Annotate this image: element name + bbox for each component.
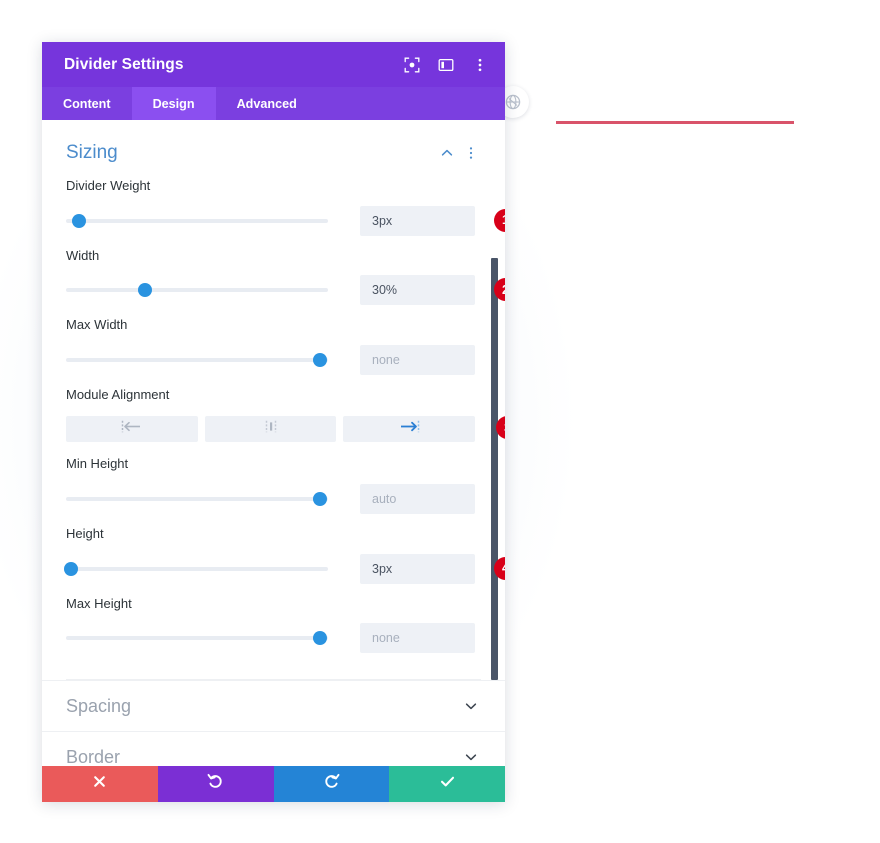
align-left-icon	[121, 420, 143, 438]
field-divider-weight: Divider Weight 3px 1	[66, 178, 505, 238]
modal-footer	[42, 766, 505, 802]
width-input[interactable]: 30%	[360, 275, 475, 306]
tab-advanced[interactable]: Advanced	[216, 87, 318, 120]
redo-button[interactable]	[273, 766, 390, 802]
check-icon	[439, 773, 456, 795]
max-width-input[interactable]: none	[360, 344, 475, 375]
field-module-alignment: Module Alignment	[66, 386, 505, 447]
min-height-input[interactable]: auto	[360, 483, 475, 514]
slider-rail	[66, 288, 328, 293]
section-sizing-header[interactable]: Sizing	[66, 120, 481, 178]
section-border[interactable]: Border	[42, 731, 505, 766]
slider-rail	[66, 496, 328, 501]
align-center-icon	[260, 420, 282, 438]
more-vertical-icon[interactable]	[471, 56, 489, 74]
modal-tabs: Content Design Advanced	[42, 87, 505, 120]
field-label: Max Height	[66, 595, 132, 611]
align-center-button[interactable]	[204, 416, 337, 443]
field-row: 3	[66, 412, 505, 446]
divider-settings-modal: Divider Settings Content Design Advanced…	[42, 42, 505, 802]
slider-knob[interactable]	[313, 631, 328, 646]
section-border-title: Border	[66, 746, 121, 766]
field-label: Height	[66, 525, 104, 541]
field-row: none	[66, 621, 481, 655]
chevron-up-icon[interactable]	[437, 143, 457, 163]
chevron-down-icon[interactable]	[461, 696, 481, 716]
field-row: 30% 2	[66, 273, 505, 307]
field-label: Max Width	[66, 317, 128, 333]
field-row: 3px 4	[64, 552, 505, 586]
slider-knob[interactable]	[313, 491, 328, 506]
width-slider[interactable]	[66, 273, 328, 307]
section-sizing-title: Sizing	[66, 142, 118, 163]
field-label: Module Alignment	[66, 386, 170, 402]
module-alignment-group	[66, 416, 476, 443]
align-left-button[interactable]	[66, 416, 198, 443]
save-button[interactable]	[389, 766, 505, 802]
slider-rail	[66, 636, 328, 641]
section-spacing-title: Spacing	[66, 695, 132, 716]
field-min-height: Min Height auto	[66, 456, 481, 516]
align-right-button[interactable]	[343, 416, 476, 443]
divider-line-preview	[556, 121, 794, 124]
header-icon-group	[403, 56, 489, 74]
redo-icon	[323, 773, 340, 795]
modal-header: Divider Settings	[42, 42, 505, 87]
slider-knob[interactable]	[72, 213, 87, 228]
focus-frame-icon[interactable]	[403, 56, 421, 74]
slider-rail	[66, 566, 328, 571]
field-label: Min Height	[66, 456, 129, 472]
slider-rail	[66, 218, 328, 223]
align-right-icon	[398, 420, 420, 438]
field-max-width: Max Width none	[66, 317, 481, 377]
divider-weight-input[interactable]: 3px	[360, 205, 475, 236]
field-row: auto	[66, 482, 481, 516]
field-row: none	[66, 343, 481, 377]
field-max-height: Max Height none	[66, 596, 481, 656]
more-vertical-icon[interactable]	[461, 143, 481, 163]
field-width: Width 30% 2	[66, 247, 505, 308]
modal-body: Sizing Divider Weight 3px Width 30% Max …	[42, 120, 505, 766]
close-x-icon	[93, 775, 106, 793]
field-label: Divider Weight	[66, 178, 151, 193]
min-height-slider[interactable]	[66, 482, 328, 516]
undo-icon	[207, 773, 224, 795]
height-slider[interactable]	[64, 552, 328, 586]
undo-button[interactable]	[157, 766, 274, 802]
max-height-input[interactable]: none	[360, 623, 475, 654]
divider-weight-slider[interactable]	[66, 204, 328, 238]
scrollbar-thumb[interactable]	[491, 258, 498, 680]
field-height: Height 3px 4	[64, 525, 505, 586]
slider-knob[interactable]	[137, 283, 152, 298]
section-sizing: Sizing Divider Weight 3px Width 30% Max …	[42, 120, 505, 681]
page-title: Divider Settings	[64, 55, 184, 73]
max-width-slider[interactable]	[66, 343, 328, 377]
chevron-down-icon[interactable]	[461, 747, 481, 766]
tab-design[interactable]: Design	[131, 87, 216, 120]
height-input[interactable]: 3px	[360, 553, 475, 584]
section-spacing[interactable]: Spacing	[42, 680, 505, 731]
slider-knob[interactable]	[64, 561, 79, 576]
max-height-slider[interactable]	[66, 621, 328, 655]
field-label: Width	[66, 247, 100, 263]
tab-content[interactable]: Content	[42, 87, 132, 120]
field-row: 3px 1	[66, 204, 505, 238]
layout-panel-icon[interactable]	[437, 56, 455, 74]
slider-rail	[66, 357, 328, 362]
cancel-button[interactable]	[42, 766, 158, 802]
globe-close-icon	[505, 94, 521, 110]
slider-knob[interactable]	[313, 352, 328, 367]
